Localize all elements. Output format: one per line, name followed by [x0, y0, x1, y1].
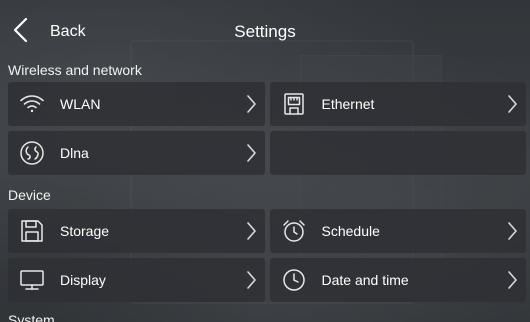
wifi-icon	[18, 90, 46, 118]
settings-row: WLAN Ethernet	[8, 82, 526, 126]
chevron-right-icon	[245, 143, 257, 163]
wlan-tile[interactable]: WLAN	[8, 82, 265, 126]
display-label: Display	[60, 272, 106, 288]
ethernet-label: Ethernet	[321, 96, 375, 112]
monitor-icon	[18, 266, 46, 294]
display-tile[interactable]: Display	[8, 258, 265, 302]
settings-screen: Back Settings Wireless and network WLAN	[0, 0, 530, 322]
ethernet-icon	[280, 90, 308, 118]
storage-label: Storage	[60, 223, 110, 239]
chevron-right-icon	[506, 94, 518, 114]
wlan-label: WLAN	[60, 96, 101, 112]
dlna-tile[interactable]: Dlna	[8, 131, 265, 175]
clock-icon	[280, 266, 308, 294]
settings-row: Dlna	[8, 131, 526, 175]
chevron-right-icon	[506, 270, 518, 290]
settings-row: Storage Schedule	[8, 209, 526, 253]
date-time-tile[interactable]: Date and time	[269, 258, 526, 302]
settings-row: Display Date and time	[8, 258, 526, 302]
alarm-clock-icon	[280, 217, 308, 245]
header: Back Settings	[0, 0, 530, 62]
page-title: Settings	[234, 22, 296, 41]
chevron-right-icon	[245, 270, 257, 290]
chevron-right-icon	[245, 221, 257, 241]
date-time-label: Date and time	[321, 272, 409, 288]
schedule-tile[interactable]: Schedule	[269, 209, 526, 253]
ethernet-tile[interactable]: Ethernet	[269, 82, 526, 126]
storage-icon	[18, 217, 46, 245]
dlna-label: Dlna	[60, 145, 89, 161]
dlna-icon	[18, 139, 46, 167]
storage-tile[interactable]: Storage	[8, 209, 265, 253]
empty-tile	[269, 131, 526, 175]
section-title-wireless: Wireless and network	[8, 62, 142, 78]
chevron-right-icon	[506, 221, 518, 241]
chevron-right-icon	[245, 94, 257, 114]
section-title-device: Device	[8, 187, 51, 203]
schedule-label: Schedule	[321, 223, 380, 239]
section-title-system: System	[8, 312, 55, 322]
